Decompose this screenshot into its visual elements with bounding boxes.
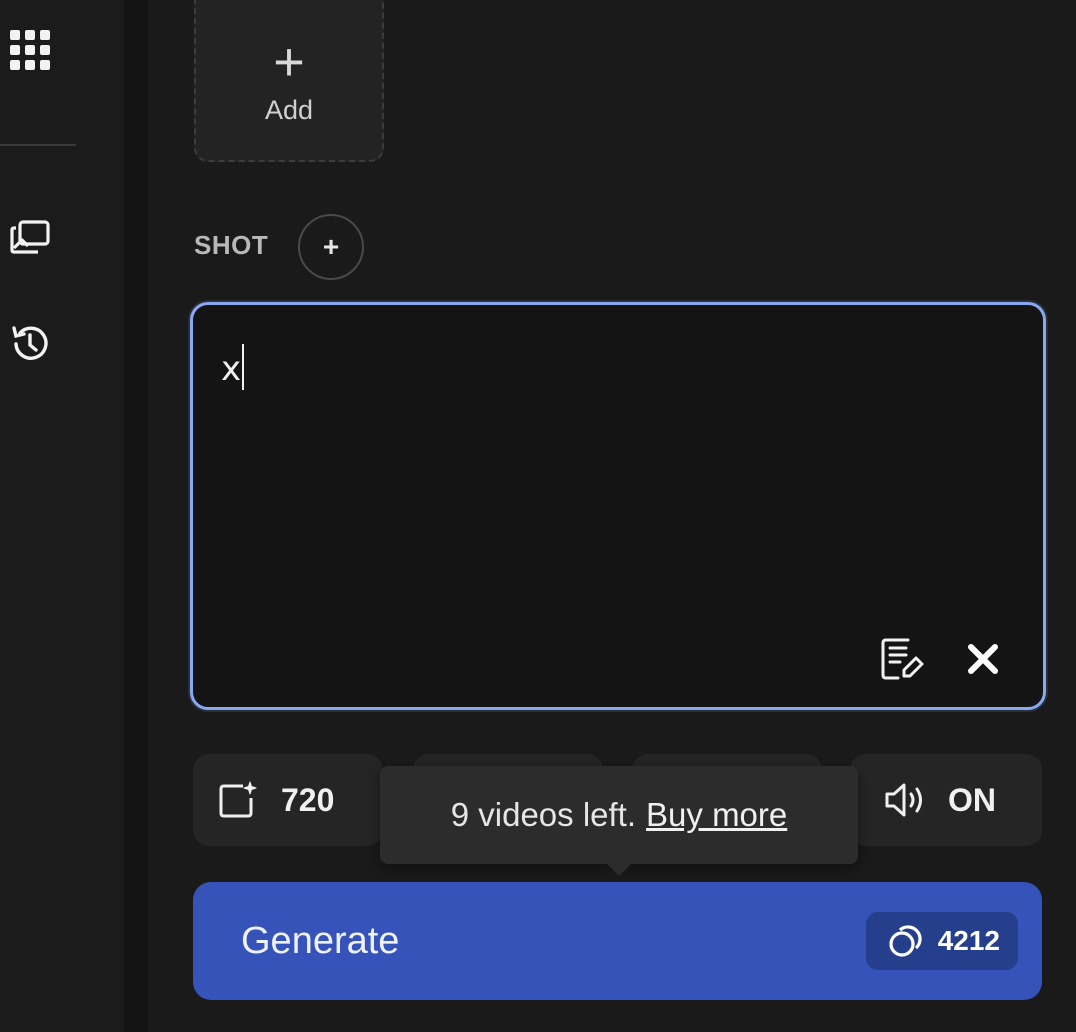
tooltip-tail — [605, 862, 633, 876]
plus-icon: + — [273, 31, 305, 92]
apps-grid-icon[interactable] — [8, 28, 52, 72]
quota-text: 9 videos left. — [450, 796, 637, 833]
sidebar — [0, 0, 124, 1032]
credits-value: 4212 — [937, 925, 1000, 956]
add-shot-button[interactable]: + — [298, 214, 364, 280]
coins-icon — [888, 922, 926, 960]
history-icon[interactable] — [8, 322, 52, 366]
edit-prompt-icon[interactable] — [875, 633, 927, 685]
prompt-value: x — [221, 343, 245, 390]
quota-tooltip: 9 videos left. Buy more — [380, 766, 858, 864]
generation-panel: + Add SHOT + x 720 ON 9 videos left. Buy… — [148, 0, 1076, 1032]
sidebar-divider — [0, 144, 76, 146]
text-caret — [242, 343, 245, 390]
generate-label: Generate — [241, 919, 400, 962]
panel-gutter — [124, 0, 148, 1032]
buy-more-link[interactable]: Buy more — [646, 796, 787, 834]
add-label: Add — [264, 94, 314, 125]
prompt-textarea[interactable]: x — [190, 302, 1046, 710]
resolution-selector[interactable]: 720 — [193, 754, 383, 846]
speaker-icon — [884, 780, 928, 820]
sparkle-image-icon — [217, 780, 257, 820]
add-reference-button[interactable]: + Add — [194, 0, 384, 162]
clear-prompt-icon[interactable] — [957, 633, 1009, 685]
library-icon[interactable] — [8, 216, 52, 260]
shot-label: SHOT — [194, 230, 269, 260]
generate-button[interactable]: Generate 4212 — [193, 882, 1042, 1000]
audio-toggle[interactable]: ON — [850, 754, 1042, 846]
credits-badge: 4212 — [865, 912, 1018, 970]
resolution-value: 720 — [281, 781, 335, 818]
audio-value: ON — [948, 781, 996, 818]
